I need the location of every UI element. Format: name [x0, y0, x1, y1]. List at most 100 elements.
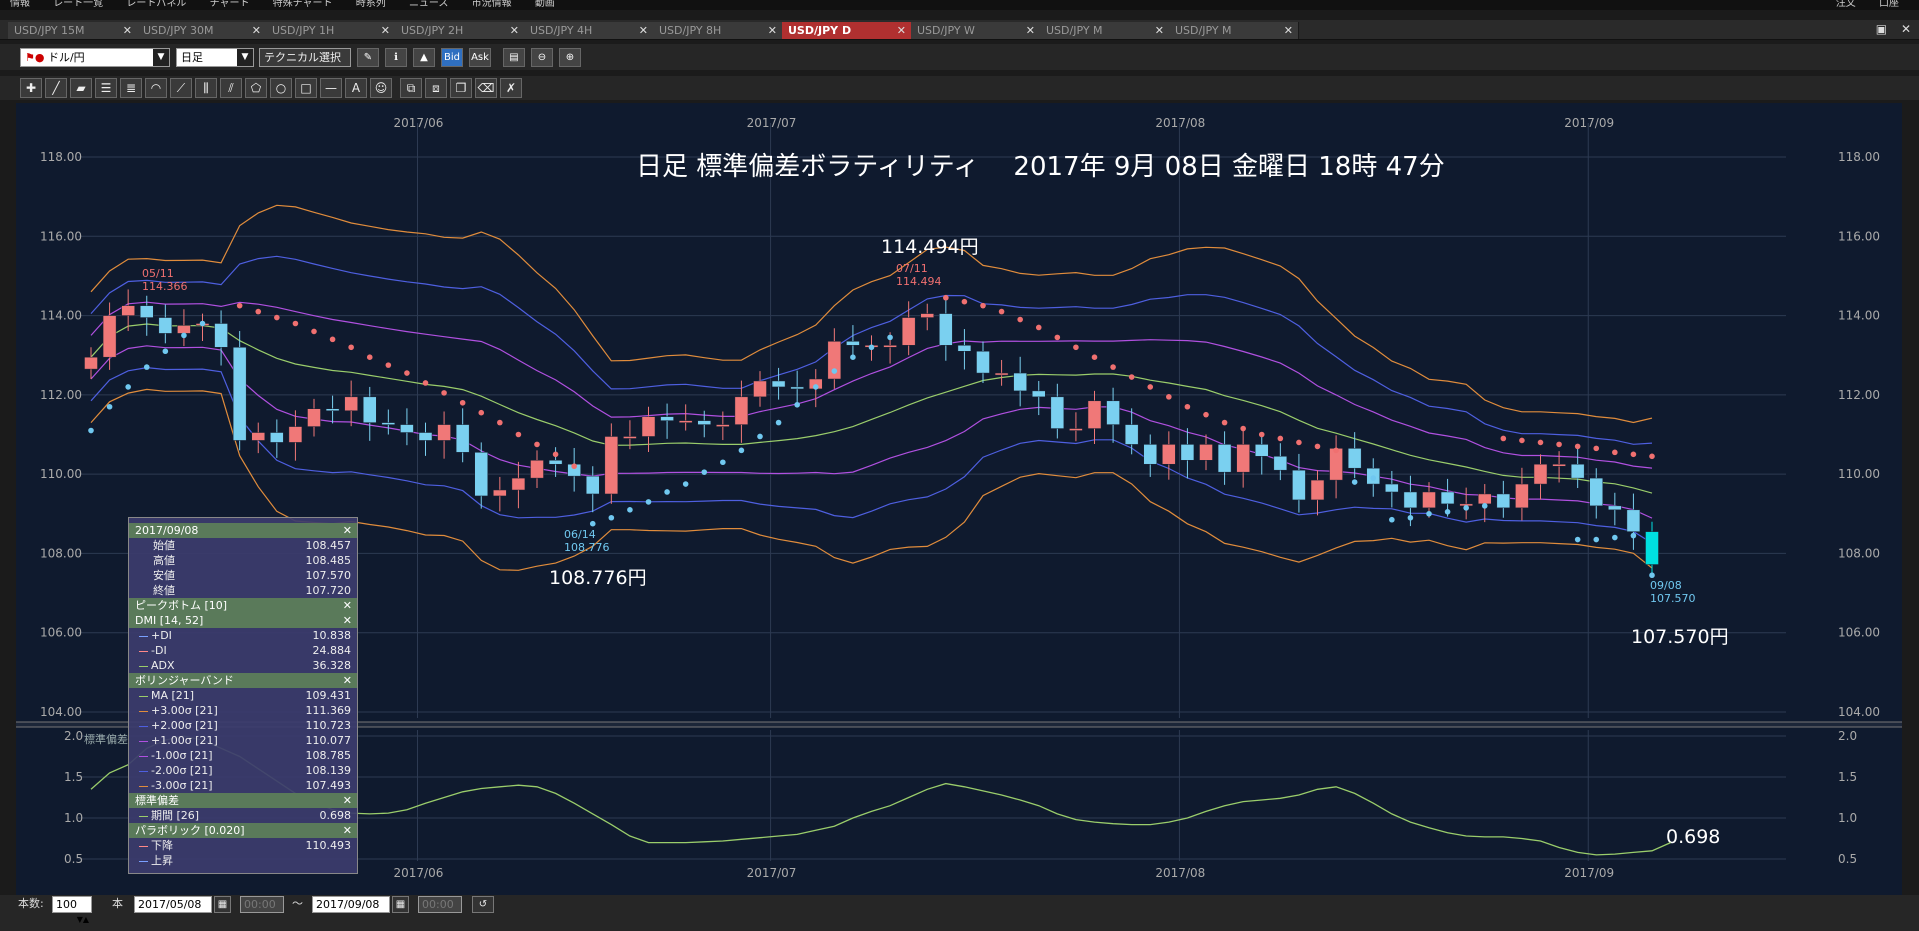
zoom-out-icon[interactable]: ⊖ — [531, 48, 553, 67]
candle-body[interactable] — [1217, 444, 1232, 473]
candle-body[interactable] — [1552, 463, 1566, 467]
candle-body[interactable] — [1162, 444, 1176, 465]
candle-body[interactable] — [1496, 493, 1511, 509]
paste-icon[interactable]: ⧈ — [425, 78, 447, 98]
candle-body[interactable] — [158, 317, 173, 334]
candle-body[interactable] — [548, 460, 563, 465]
candle-body[interactable] — [400, 424, 414, 433]
horizontal-lines-icon[interactable]: ☰ — [95, 78, 117, 98]
candle-body[interactable] — [1310, 479, 1325, 501]
candle-body[interactable] — [1143, 444, 1157, 465]
eraser-icon[interactable]: ⌫ — [475, 78, 497, 98]
rectangle-icon[interactable]: □ — [295, 78, 317, 98]
candle-body[interactable] — [177, 325, 191, 334]
candle-body[interactable] — [604, 436, 619, 495]
candle-body[interactable] — [994, 372, 1009, 376]
candle-body[interactable] — [771, 380, 786, 388]
candle-body[interactable] — [1385, 483, 1399, 493]
horizontal-line-icon[interactable]: — — [320, 78, 342, 98]
candle-body[interactable] — [455, 424, 470, 453]
arc-icon[interactable]: ◠ — [145, 78, 167, 98]
close-icon[interactable]: ✕ — [639, 22, 648, 39]
tab-usdjpy-15m[interactable]: USD/JPY 15M ✕ — [8, 22, 138, 39]
currency-pair-select[interactable]: ⚑● ドル/円 ▼ — [20, 48, 170, 67]
candle-body[interactable] — [1013, 372, 1027, 392]
candle-body[interactable] — [883, 345, 897, 348]
candle-body[interactable] — [121, 305, 135, 316]
end-date-field[interactable]: 2017/09/08 — [312, 896, 390, 913]
candle-body[interactable] — [307, 408, 321, 427]
chevron-down-icon[interactable]: ▼ — [237, 49, 253, 66]
candle-body[interactable] — [511, 477, 526, 491]
candle-body[interactable] — [1589, 477, 1603, 507]
ask-button[interactable]: Ask — [469, 48, 491, 67]
pentagon-icon[interactable]: ⬠ — [245, 78, 267, 98]
technical-select[interactable]: テクニカル選択 — [259, 48, 351, 67]
candle-body[interactable] — [586, 475, 600, 495]
candle-body[interactable] — [790, 386, 804, 390]
candle-body[interactable] — [84, 356, 98, 370]
panel-section-header[interactable]: 2017/09/08 ✕ — [129, 523, 357, 538]
close-icon[interactable]: ✕ — [510, 22, 519, 39]
candle-body[interactable] — [1570, 463, 1585, 479]
tab-usdjpy-w[interactable]: USD/JPY W ✕ — [911, 22, 1041, 39]
candle-body[interactable] — [1403, 491, 1418, 509]
candle-body[interactable] — [1273, 456, 1288, 471]
candle-body[interactable] — [1032, 390, 1046, 398]
end-time-field[interactable]: 00:00 — [418, 896, 462, 913]
candle-body[interactable] — [1608, 505, 1622, 511]
close-icon[interactable]: ✕ — [343, 823, 352, 838]
fan-icon[interactable]: ⟋ — [170, 78, 192, 98]
candle-body[interactable] — [530, 460, 544, 479]
circle-icon[interactable]: ○ — [270, 78, 292, 98]
duplicate-icon[interactable]: ❐ — [450, 78, 472, 98]
candle-body[interactable] — [697, 420, 711, 425]
chevron-down-icon[interactable]: ▼ — [153, 49, 169, 66]
candle-body[interactable] — [1050, 396, 1065, 429]
candle-body[interactable] — [1422, 491, 1436, 509]
vertical-lines-icon[interactable]: ⫼ — [195, 78, 217, 98]
close-icon[interactable]: ✕ — [343, 673, 352, 688]
candle-body[interactable] — [1292, 469, 1306, 501]
candle-body[interactable] — [1347, 448, 1362, 469]
candle-body[interactable] — [678, 420, 693, 423]
mountain-icon[interactable]: ▲ — [413, 48, 435, 67]
menu-item-special-chart[interactable]: 特殊チャート — [263, 0, 343, 9]
candle-body[interactable] — [641, 416, 656, 437]
pen-icon[interactable]: ✎ — [357, 48, 379, 67]
candle-body[interactable] — [493, 489, 507, 497]
indicator-icon[interactable]: ▤ — [503, 48, 525, 67]
candle-body[interactable] — [1180, 444, 1195, 461]
menu-item-video[interactable]: 動画 — [525, 0, 565, 9]
start-date-field[interactable]: 2017/05/08 — [134, 896, 212, 913]
candle-body[interactable] — [1478, 493, 1492, 505]
zoom-in-icon[interactable]: ⊕ — [559, 48, 581, 67]
candle-body[interactable] — [1087, 400, 1102, 429]
crosshair-icon[interactable]: ✚ — [20, 78, 42, 98]
count-select[interactable]: 100 ▼▲ — [52, 896, 92, 924]
candle-body[interactable] — [920, 313, 934, 318]
tab-usdjpy-d[interactable]: USD/JPY D ✕ — [782, 22, 912, 39]
panel-section-header[interactable]: パラボリック [0.020] ✕ — [129, 823, 357, 838]
tab-usdjpy-30m[interactable]: USD/JPY 30M ✕ — [137, 22, 267, 39]
menu-item-chart[interactable]: チャート — [200, 0, 260, 9]
menu-item-news[interactable]: ニュース — [399, 0, 459, 9]
close-icon[interactable]: ✕ — [1284, 22, 1293, 39]
candle-body[interactable] — [1533, 463, 1548, 485]
candle-body[interactable] — [214, 323, 228, 348]
close-icon[interactable]: ✕ — [343, 613, 352, 628]
menu-item-market[interactable]: 市況情報 — [462, 0, 522, 9]
candle-body[interactable] — [901, 317, 916, 346]
trendline-icon[interactable]: ╱ — [45, 78, 67, 98]
close-icon[interactable]: ✕ — [123, 22, 132, 39]
candle-body[interactable] — [1255, 444, 1269, 457]
panel-section-header[interactable]: DMI [14, 52] ✕ — [129, 613, 357, 628]
candle-body[interactable] — [325, 408, 340, 411]
candle-body[interactable] — [939, 313, 953, 346]
tab-usdjpy-m[interactable]: USD/JPY M ✕ — [1040, 22, 1170, 39]
candle-body[interactable] — [437, 424, 451, 441]
period-select[interactable]: 日足 ▼ — [176, 48, 254, 67]
candle-body[interactable] — [344, 396, 358, 411]
menu-item-rate-panel[interactable]: レートパネル — [116, 0, 196, 9]
start-time-field[interactable]: 00:00 — [240, 896, 284, 913]
